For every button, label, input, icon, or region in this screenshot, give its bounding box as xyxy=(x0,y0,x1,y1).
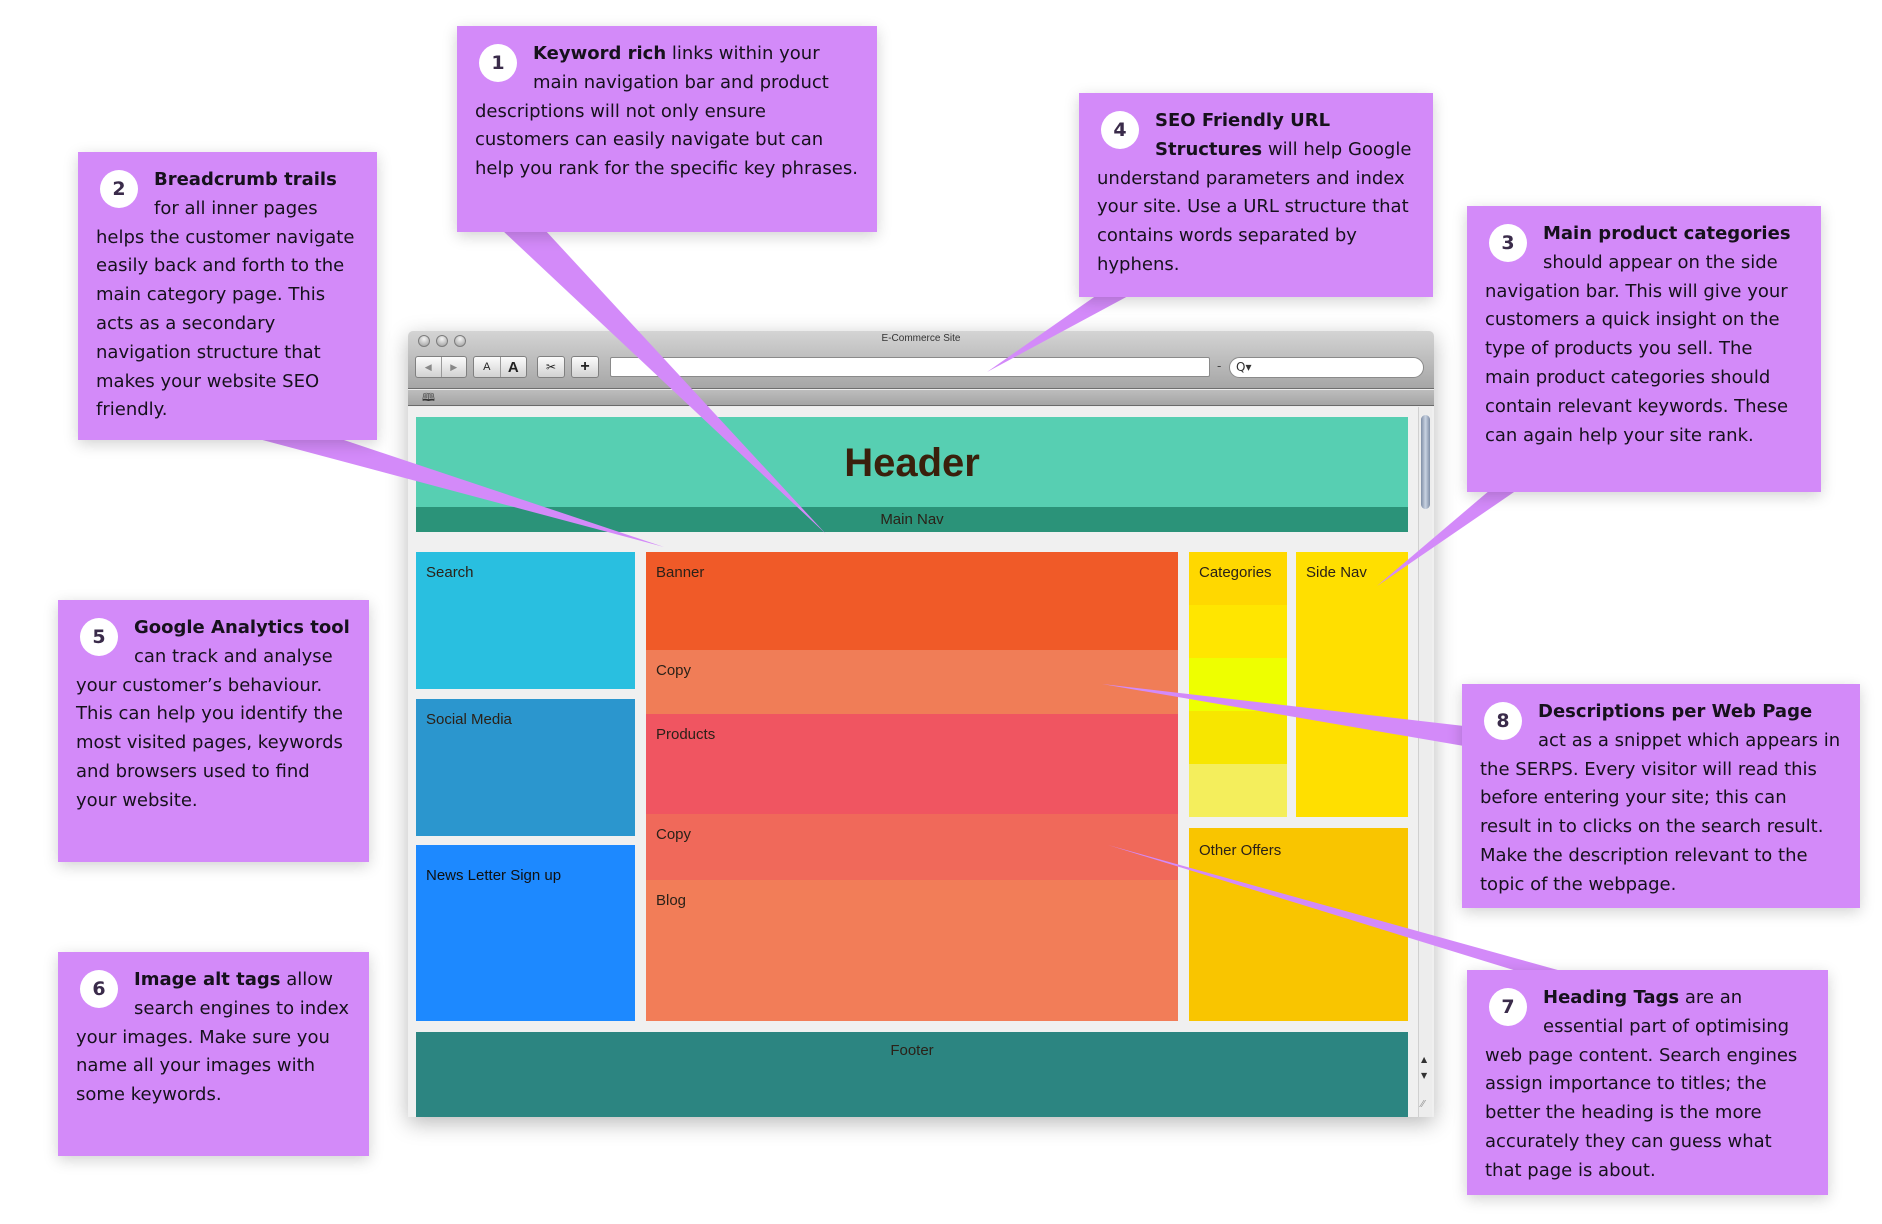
wireframe-banner: Banner xyxy=(646,552,1178,650)
forward-icon[interactable]: ▶ xyxy=(440,357,467,377)
callout-title: Main product categories xyxy=(1543,223,1791,244)
categories-label: Categories xyxy=(1199,564,1272,581)
plus-icon: + xyxy=(580,358,590,375)
category-strip xyxy=(1189,605,1287,658)
add-bookmark-button[interactable]: + xyxy=(571,356,599,378)
callout-number-badge: 2 xyxy=(100,170,138,208)
callout-title: Heading Tags xyxy=(1543,987,1680,1008)
callout-title: Image alt tags xyxy=(134,969,281,990)
wireframe-search: Search xyxy=(416,552,635,689)
bookmarks-bar: 🕮 xyxy=(408,390,1434,406)
callout-google-analytics: 5 Google Analytics tool can track and an… xyxy=(58,600,369,862)
toolbar-separator: - xyxy=(1217,359,1222,373)
wireframe-categories: Categories xyxy=(1189,552,1287,817)
callout-title: Google Analytics tool xyxy=(134,617,350,638)
search-icon: Q▾ xyxy=(1236,360,1252,374)
callout-text: for all inner pages helps the customer n… xyxy=(96,197,355,421)
callout-descriptions-per-page: 8 Descriptions per Web Page act as a sni… xyxy=(1462,684,1860,908)
callout-number-badge: 7 xyxy=(1489,988,1527,1026)
callout-number-badge: 3 xyxy=(1489,224,1527,262)
callout-number-badge: 5 xyxy=(80,618,118,656)
text-larger-button[interactable]: A xyxy=(499,357,527,377)
callout-number-badge: 6 xyxy=(80,970,118,1008)
wireframe-footer: Footer xyxy=(416,1032,1408,1117)
text-smaller-button[interactable]: A xyxy=(474,357,500,377)
window-title: E-Commerce Site xyxy=(881,333,961,344)
callout-number-badge: 8 xyxy=(1484,702,1522,740)
scroll-thumb[interactable] xyxy=(1421,415,1430,509)
callout-heading-tags: 7 Heading Tags are an essential part of … xyxy=(1467,970,1828,1195)
browser-search-field[interactable]: Q▾ xyxy=(1229,357,1424,378)
callout-keyword-rich: 1 Keyword rich links within your main na… xyxy=(457,26,877,232)
title-bar: E-Commerce Site ◀ ▶ A A ✂ + - Q▾ xyxy=(408,331,1434,389)
callout-number-badge: 1 xyxy=(479,44,517,82)
wireframe-copy-top: Copy xyxy=(646,650,1178,714)
text-size-group: A A xyxy=(473,356,527,378)
callout-image-alt-tags: 6 Image alt tags allow search engines to… xyxy=(58,952,369,1156)
callout-seo-friendly-url: 4 SEO Friendly URL Structures will help … xyxy=(1079,93,1433,297)
wireframe-products: Products xyxy=(646,714,1178,814)
callout-text: can track and analyse your customer’s be… xyxy=(76,645,343,811)
callout-number-badge: 4 xyxy=(1101,111,1139,149)
callout-text: act as a snippet which appears in the SE… xyxy=(1480,729,1841,895)
callout-main-product-categories: 3 Main product categories should appear … xyxy=(1467,206,1821,492)
wireframe-copy-bottom: Copy xyxy=(646,814,1178,880)
scroll-down-icon[interactable]: ▼ xyxy=(1421,1071,1427,1080)
wireframe-blog: Blog xyxy=(646,880,1178,1021)
category-strip xyxy=(1189,711,1287,764)
back-forward-group: ◀ ▶ xyxy=(415,356,467,378)
bookmarks-book-icon[interactable]: 🕮 xyxy=(422,391,435,404)
back-icon[interactable]: ◀ xyxy=(416,357,441,377)
web-clip-button[interactable]: ✂ xyxy=(537,356,565,378)
address-bar[interactable] xyxy=(610,357,1210,377)
callout-text: are an essential part of optimising web … xyxy=(1485,987,1798,1181)
callout-title: Breadcrumb trails xyxy=(154,169,337,190)
scissors-icon: ✂ xyxy=(545,360,557,374)
resize-grip-icon[interactable]: ⁄⁄ xyxy=(1421,1099,1424,1110)
vertical-scrollbar[interactable]: ▲ ▼ ⁄⁄ xyxy=(1418,407,1432,1117)
wireframe-main-nav: Main Nav xyxy=(416,507,1408,532)
wireframe-side-nav: Side Nav xyxy=(1296,552,1408,817)
wireframe-newsletter: News Letter Sign up xyxy=(416,845,635,1021)
browser-window: E-Commerce Site ◀ ▶ A A ✂ + - Q▾ 🕮 Heade… xyxy=(408,331,1434,1117)
category-strip xyxy=(1189,764,1287,817)
page-viewport: Header Main Nav Search Social Media News… xyxy=(408,407,1434,1117)
wireframe-header: Header xyxy=(416,417,1408,517)
callout-text: should appear on the side navigation bar… xyxy=(1485,251,1789,446)
scroll-up-icon[interactable]: ▲ xyxy=(1421,1055,1427,1064)
wireframe-other-offers: Other Offers xyxy=(1189,828,1408,1021)
callout-title: Keyword rich xyxy=(533,43,667,64)
callout-title: Descriptions per Web Page xyxy=(1538,701,1813,722)
wireframe-social-media: Social Media xyxy=(416,699,635,836)
category-strip xyxy=(1189,658,1287,711)
callout-breadcrumb-trails: 2 Breadcrumb trails for all inner pages … xyxy=(78,152,377,440)
